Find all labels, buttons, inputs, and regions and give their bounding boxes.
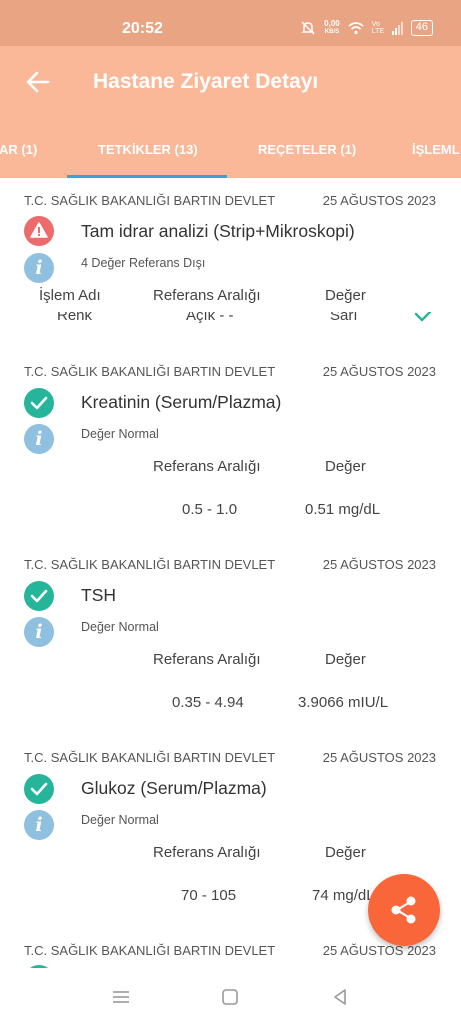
result-range: 70 - 105: [181, 887, 237, 904]
share-icon: [391, 896, 416, 924]
result-value: 0.51 mg/dL: [305, 501, 381, 518]
col-head-range: Referans Aralığı: [153, 651, 261, 668]
row-value: Sarı: [330, 312, 358, 324]
hospital-name: T.C. SAĞLIK BAKANLIĞI BARTIN DEVLET: [24, 364, 276, 379]
hospital-name: T.C. SAĞLIK BAKANLIĞI BARTIN DEVLET: [24, 557, 276, 572]
tab-previous[interactable]: AR (1): [0, 142, 37, 157]
info-icon: i: [24, 617, 54, 647]
net-speed-value: 0,00: [324, 19, 340, 28]
col-head-name: İşlem Adı: [39, 287, 101, 304]
col-head-value: Değer: [325, 651, 366, 668]
col-head-value: Değer: [325, 287, 366, 304]
col-head-range: Referans Aralığı: [153, 458, 261, 475]
status-time: 20:52: [122, 20, 163, 37]
volte-label: Vo LTE: [371, 21, 385, 35]
home-square-icon[interactable]: [219, 986, 241, 1008]
page-title: Hastane Ziyaret Detayı: [93, 70, 319, 93]
col-head-value: Değer: [325, 458, 366, 475]
tab-tetkikler[interactable]: TETKİKLER (13): [98, 142, 198, 157]
warning-icon: [24, 216, 54, 246]
share-button[interactable]: [368, 874, 440, 946]
test-name: Kreatinin (Serum/Plazma): [81, 392, 282, 412]
net-speed: 0,00 KB/S: [324, 20, 340, 36]
test-card[interactable]: T.C. SAĞLIK BAKANLIĞI BARTIN DEVLET 25 A…: [0, 549, 461, 739]
info-icon: i: [24, 253, 54, 283]
test-date: 25 AĞUSTOS 2023: [322, 943, 436, 958]
tab-receteler[interactable]: REÇETELER (1): [258, 142, 356, 157]
info-icon: i: [24, 810, 54, 840]
test-card[interactable]: T.C. SAĞLIK BAKANLIĞI BARTIN DEVLET 25 A…: [0, 356, 461, 546]
test-note: Değer Normal: [81, 620, 159, 634]
menu-icon[interactable]: [110, 986, 132, 1008]
row-name: Renk: [57, 312, 93, 324]
tab-bar: AR (1) TETKİKLER (13) REÇETELER (1) İŞLE…: [0, 124, 461, 178]
test-list[interactable]: T.C. SAĞLIK BAKANLIĞI BARTIN DEVLET 25 A…: [0, 178, 461, 968]
test-date: 25 AĞUSTOS 2023: [322, 193, 436, 208]
col-head-range: Referans Aralığı: [153, 844, 261, 861]
battery-level: 46: [410, 20, 433, 36]
mute-icon: [301, 21, 315, 35]
arrow-left-icon[interactable]: [24, 68, 52, 96]
result-value: 74 mg/dL: [312, 887, 375, 904]
result-value: 3.9066 mIU/L: [298, 694, 389, 711]
check-icon: [414, 312, 432, 322]
back-triangle-icon[interactable]: [329, 986, 351, 1008]
test-date: 25 AĞUSTOS 2023: [322, 557, 436, 572]
system-nav-bar: [0, 968, 461, 1024]
status-bar: 20:52 0,00 KB/S Vo LTE 46: [0, 0, 461, 46]
status-icons: 0,00 KB/S Vo LTE 46: [300, 20, 433, 36]
test-name: Glukoz (Serum/Plazma): [81, 778, 267, 798]
row-range: Açık - -: [186, 312, 234, 324]
wifi-icon: [348, 22, 364, 35]
test-date: 25 AĞUSTOS 2023: [322, 364, 436, 379]
result-row-clip: Renk Açık - - Sarı: [0, 312, 461, 332]
col-head-range: Referans Aralığı: [153, 287, 261, 304]
app-bar: Hastane Ziyaret Detayı: [0, 46, 461, 124]
test-date: 25 AĞUSTOS 2023: [322, 750, 436, 765]
test-card[interactable]: T.C. SAĞLIK BAKANLIĞI BARTIN DEVLET 25 A…: [0, 178, 461, 348]
test-note: 4 Değer Referans Dışı: [81, 256, 206, 270]
result-range: 0.5 - 1.0: [182, 501, 238, 518]
check-circle-icon: [24, 388, 54, 418]
hospital-name: T.C. SAĞLIK BAKANLIĞI BARTIN DEVLET: [24, 943, 276, 958]
hospital-name: T.C. SAĞLIK BAKANLIĞI BARTIN DEVLET: [24, 193, 276, 208]
test-name: Tam idrar analizi (Strip+Mikroskopi): [81, 221, 355, 241]
signal-icon: [391, 21, 403, 35]
tab-islemler[interactable]: İŞLEML: [412, 142, 460, 157]
col-head-value: Değer: [325, 844, 366, 861]
check-circle-icon: [24, 581, 54, 611]
test-name: TSH: [81, 585, 116, 605]
net-speed-unit: KB/S: [324, 29, 340, 35]
info-icon: i: [24, 424, 54, 454]
hospital-name: T.C. SAĞLIK BAKANLIĞI BARTIN DEVLET: [24, 750, 276, 765]
check-circle-icon: [24, 774, 54, 804]
result-range: 0.35 - 4.94: [172, 694, 244, 711]
test-note: Değer Normal: [81, 813, 159, 827]
test-note: Değer Normal: [81, 427, 159, 441]
